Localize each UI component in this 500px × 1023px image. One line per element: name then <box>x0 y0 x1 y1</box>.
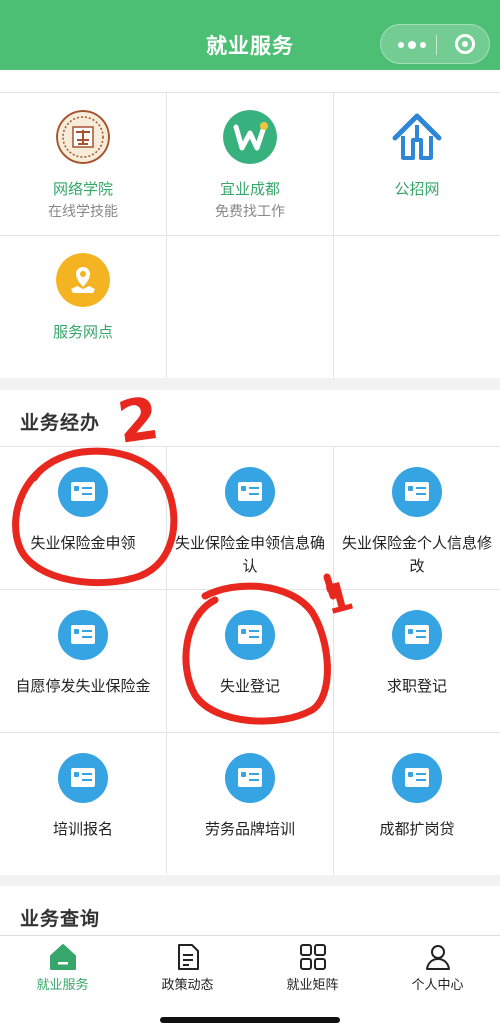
biz-item-labor-brand-training[interactable]: 劳务品牌培训 <box>167 733 333 875</box>
document-card-icon <box>225 467 275 517</box>
external-links-grid: 网络学院 在线学技能 宜业成都 免费找工作 公招网 服务网点 <box>0 92 500 378</box>
biz-item-voluntary-stop[interactable]: 自愿停发失业保险金 <box>0 590 166 732</box>
query-card: 业务查询 <box>0 886 500 936</box>
biz-item-label: 失业保险金个人信息修改 <box>342 534 493 575</box>
capsule-divider <box>436 35 437 55</box>
document-card-icon <box>392 467 442 517</box>
document-card-icon <box>392 610 442 660</box>
link-subtitle: 在线学技能 <box>48 204 118 220</box>
link-label: 服务网点 <box>52 323 113 341</box>
person-icon <box>425 945 450 970</box>
link-label: 公招网 <box>394 180 440 198</box>
link-label: 网络学院 <box>52 180 113 198</box>
biz-item-label: 求职登记 <box>386 677 447 695</box>
bottom-tab-bar: 就业服务 政策动态 就业矩阵 个人中心 <box>0 935 500 1023</box>
biz-item-label: 自愿停发失业保险金 <box>15 677 151 695</box>
biz-item-label: 失业保险金申领 <box>30 534 136 552</box>
document-card-icon <box>58 610 108 660</box>
document-icon <box>177 944 199 970</box>
yiye-chengdu-w-icon <box>223 110 277 164</box>
mini-program-capsule <box>380 24 490 64</box>
close-miniprogram-icon[interactable] <box>445 25 485 63</box>
empty-cell <box>167 236 333 378</box>
biz-item-label: 劳务品牌培训 <box>204 820 295 838</box>
document-card-icon <box>58 467 108 517</box>
biz-item-personal-info-edit[interactable]: 失业保险金个人信息修改 <box>334 447 500 589</box>
tab-personal-center[interactable]: 个人中心 <box>375 936 500 1023</box>
tab-label: 就业服务 <box>36 978 89 993</box>
nav-bar: 就业服务 <box>0 0 500 70</box>
link-subtitle: 免费找工作 <box>215 204 285 220</box>
link-yiye-chengdu[interactable]: 宜业成都 免费找工作 <box>167 93 333 235</box>
empty-cell <box>334 236 500 378</box>
link-public-recruit[interactable]: 公招网 <box>334 93 500 235</box>
biz-item-label: 培训报名 <box>52 820 113 838</box>
document-card-icon <box>225 610 275 660</box>
cut-off-section-header <box>0 70 500 92</box>
link-network-academy[interactable]: 网络学院 在线学技能 <box>0 93 166 235</box>
biz-item-label: 失业保险金申领信息确认 <box>175 534 326 575</box>
external-links-card: 网络学院 在线学技能 宜业成都 免费找工作 公招网 服务网点 <box>0 92 500 378</box>
biz-item-claim-info-confirm[interactable]: 失业保险金申领信息确认 <box>167 447 333 589</box>
document-card-icon <box>225 753 275 803</box>
cyber-academy-seal-icon <box>56 110 110 164</box>
location-map-icon <box>56 253 110 307</box>
link-label: 宜业成都 <box>219 180 280 198</box>
home-icon <box>49 944 76 970</box>
tab-label: 就业矩阵 <box>286 978 339 993</box>
biz-item-training-signup[interactable]: 培训报名 <box>0 733 166 875</box>
home-indicator <box>160 1017 340 1023</box>
business-card: 业务经办 失业保险金申领 失业保险金申领信息确认 失业保险金个人信息修改 自愿停… <box>0 390 500 875</box>
tab-label: 个人中心 <box>411 978 464 993</box>
biz-item-label: 失业登记 <box>219 677 280 695</box>
biz-item-label: 成都扩岗贷 <box>379 820 455 838</box>
biz-item-job-seeking-registration[interactable]: 求职登记 <box>334 590 500 732</box>
section-title-query: 业务查询 <box>20 908 101 930</box>
public-recruit-logo-icon <box>392 113 442 160</box>
tab-employment-matrix[interactable]: 就业矩阵 <box>250 936 375 1023</box>
document-card-icon <box>392 753 442 803</box>
tab-label: 政策动态 <box>161 978 214 993</box>
business-grid: 失业保险金申领 失业保险金申领信息确认 失业保险金个人信息修改 自愿停发失业保险… <box>0 446 500 875</box>
biz-item-unemployment-benefit-claim[interactable]: 失业保险金申领 <box>0 447 166 589</box>
link-service-outlets[interactable]: 服务网点 <box>0 236 166 378</box>
grid-icon <box>299 944 326 970</box>
document-card-icon <box>58 753 108 803</box>
biz-item-job-expansion-loan[interactable]: 成都扩岗贷 <box>334 733 500 875</box>
section-title-business: 业务经办 <box>20 412 101 434</box>
biz-item-unemployment-registration[interactable]: 失业登记 <box>167 590 333 732</box>
tab-policy-news[interactable]: 政策动态 <box>125 936 250 1023</box>
more-options-icon[interactable] <box>389 25 435 63</box>
tab-employment-service[interactable]: 就业服务 <box>0 936 125 1023</box>
